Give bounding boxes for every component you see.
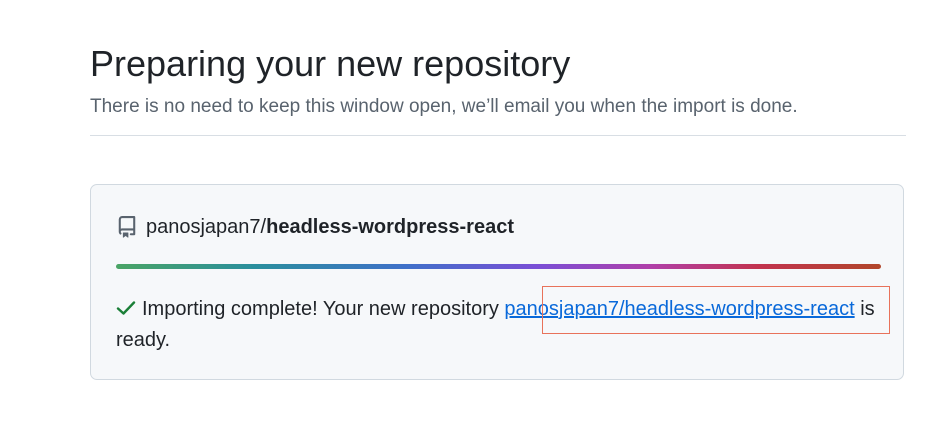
repo-name: headless-wordpress-react: [266, 215, 514, 238]
repo-icon: [116, 216, 138, 238]
check-icon: [116, 295, 136, 315]
import-progress-bar: [116, 264, 881, 269]
divider: [90, 135, 906, 136]
import-status-message: Importing complete! Your new repository …: [116, 294, 896, 356]
repo-heading: panosjapan7/headless-wordpress-react: [116, 213, 514, 241]
page-subtitle: There is no need to keep this window ope…: [90, 96, 798, 117]
repo-owner: panosjapan7/: [146, 215, 267, 238]
page-title: Preparing your new repository: [90, 43, 571, 84]
status-prefix: Importing complete! Your new repository: [142, 298, 505, 320]
new-repository-link[interactable]: panosjapan7/headless-wordpress-react: [504, 298, 854, 320]
